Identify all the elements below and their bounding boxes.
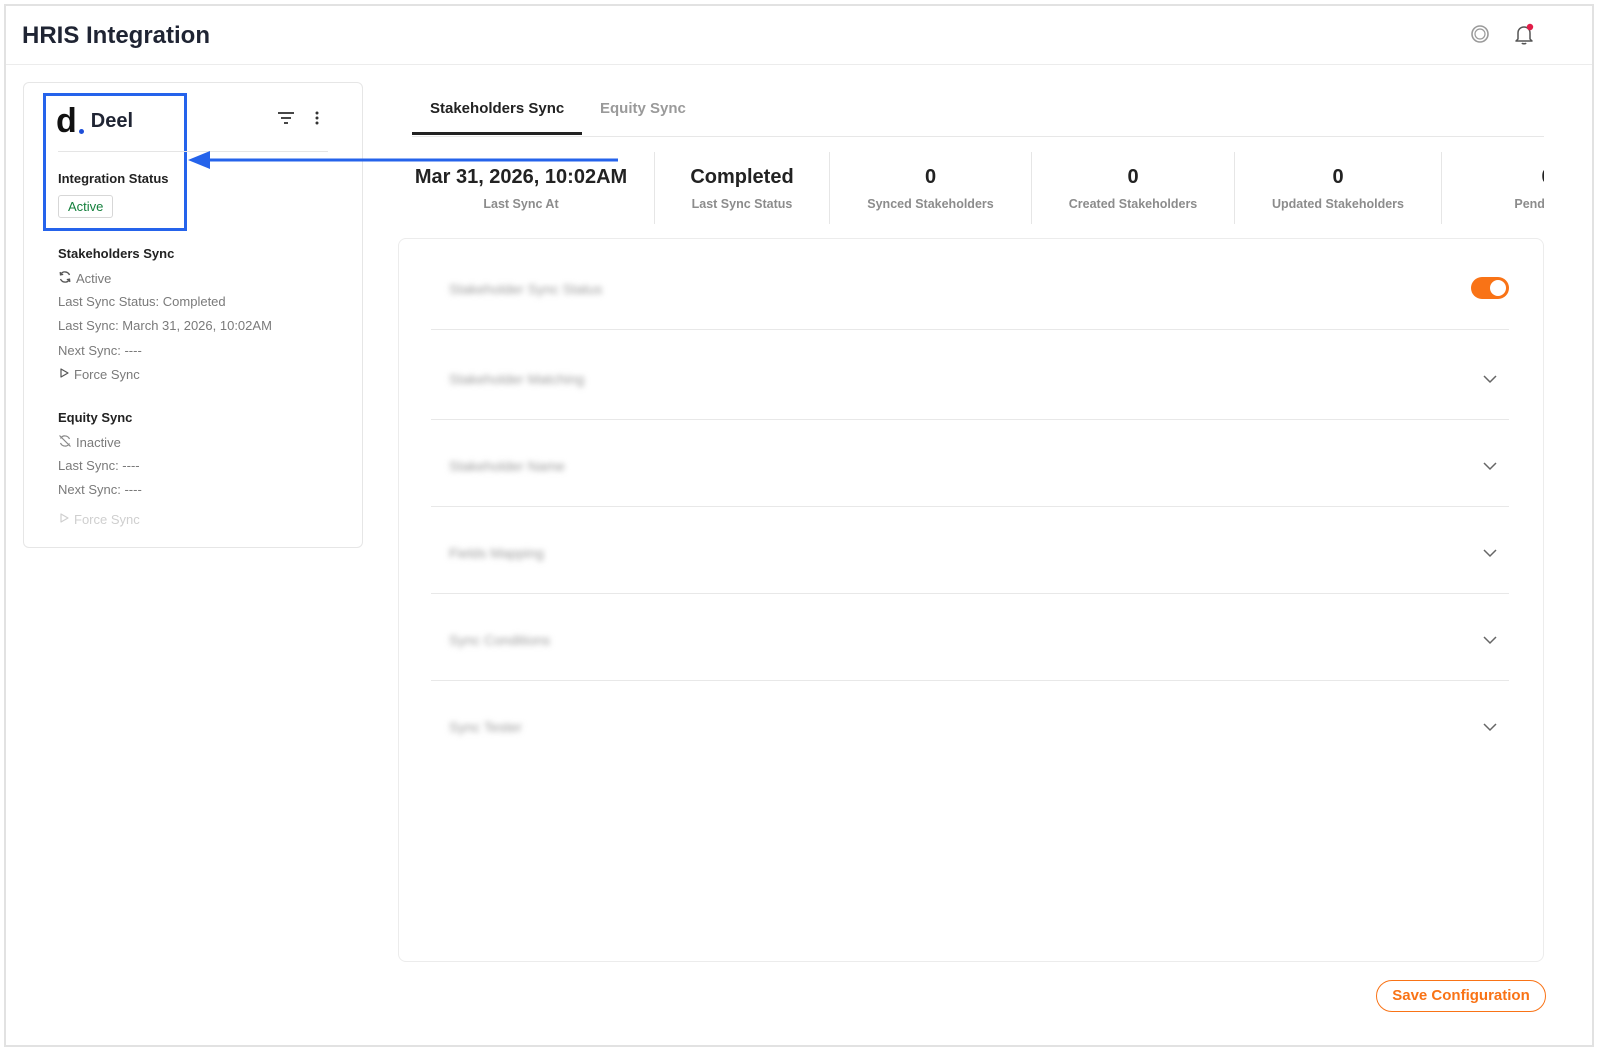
- stakeholders-next-sync: Next Sync: ----: [58, 343, 142, 358]
- equity-last-sync: Last Sync: ----: [58, 458, 140, 473]
- stat-created-stakeholders: 0 Created Stakeholders: [1068, 166, 1198, 211]
- notification-bell-icon[interactable]: [1512, 22, 1536, 46]
- stakeholders-last-sync-status: Last Sync Status: Completed: [58, 294, 226, 309]
- stat-synced-stakeholders: 0 Synced Stakeholders: [867, 166, 994, 211]
- app-window: HRIS Integration d Deel Integration Stat…: [4, 4, 1594, 1047]
- save-configuration-button[interactable]: Save Configuration: [1376, 980, 1546, 1012]
- config-section-fields-mapping[interactable]: Fields Mapping: [431, 507, 1509, 594]
- chevron-down-icon[interactable]: [1483, 458, 1497, 476]
- sync-status-toggle[interactable]: [1471, 277, 1509, 299]
- settings-ring-icon[interactable]: [1468, 22, 1492, 46]
- status-badge: Active: [58, 195, 114, 218]
- play-icon: [58, 512, 70, 527]
- sync-off-icon: [58, 434, 72, 451]
- config-section-name[interactable]: Stakeholder Name: [431, 420, 1509, 507]
- equity-sync-state: Inactive: [58, 434, 121, 451]
- stakeholders-sync-state: Active: [58, 270, 111, 287]
- chevron-down-icon[interactable]: [1483, 632, 1497, 650]
- config-section-sync-status: Stakeholder Sync Status: [431, 243, 1509, 330]
- config-section-matching[interactable]: Stakeholder Matching: [431, 333, 1509, 420]
- sync-stats: Mar 31, 2026, 10:02AM Last Sync At Compl…: [406, 152, 1544, 224]
- play-icon: [58, 367, 70, 382]
- provider-header: d Deel: [56, 103, 133, 139]
- config-section-sync-conditions[interactable]: Sync Conditions: [431, 594, 1509, 681]
- equity-next-sync: Next Sync: ----: [58, 482, 142, 497]
- stat-last-sync-status: Completed Last Sync Status: [690, 166, 794, 211]
- equity-sync-title: Equity Sync: [58, 410, 133, 425]
- integration-status-label: Integration Status: [58, 171, 169, 186]
- more-options-icon[interactable]: [314, 110, 320, 131]
- sync-refresh-icon: [58, 270, 72, 287]
- provider-name: Deel: [90, 109, 134, 132]
- deel-logo: d: [56, 104, 84, 138]
- page-title: HRIS Integration: [22, 22, 211, 49]
- tab-stakeholders-sync[interactable]: Stakeholders Sync: [430, 100, 564, 117]
- filter-icon[interactable]: [276, 109, 296, 132]
- tab-equity-sync[interactable]: Equity Sync: [600, 100, 686, 117]
- config-section-sync-tester[interactable]: Sync Tester: [431, 681, 1509, 767]
- stat-updated-stakeholders: 0 Updated Stakeholders: [1272, 166, 1404, 211]
- chevron-down-icon[interactable]: [1483, 719, 1497, 737]
- chevron-down-icon[interactable]: [1483, 371, 1497, 389]
- stakeholders-last-sync: Last Sync: March 31, 2026, 10:02AM: [58, 318, 272, 333]
- stat-pending-stakeholders: 0 Pending St: [1514, 166, 1544, 211]
- app-header: HRIS Integration: [6, 6, 1592, 65]
- configuration-panel: Stakeholder Sync Status Stakeholder Matc…: [398, 238, 1544, 962]
- stakeholders-sync-title: Stakeholders Sync: [58, 246, 175, 261]
- card-actions: [276, 109, 320, 132]
- stakeholders-force-sync-button[interactable]: Force Sync: [58, 367, 140, 382]
- stat-last-sync-at: Mar 31, 2026, 10:02AM Last Sync At: [414, 166, 628, 211]
- sync-tabs: Stakeholders Sync Equity Sync: [412, 82, 1544, 137]
- active-tab-indicator: [412, 132, 582, 135]
- equity-force-sync-button[interactable]: Force Sync: [58, 512, 140, 527]
- chevron-down-icon[interactable]: [1483, 545, 1497, 563]
